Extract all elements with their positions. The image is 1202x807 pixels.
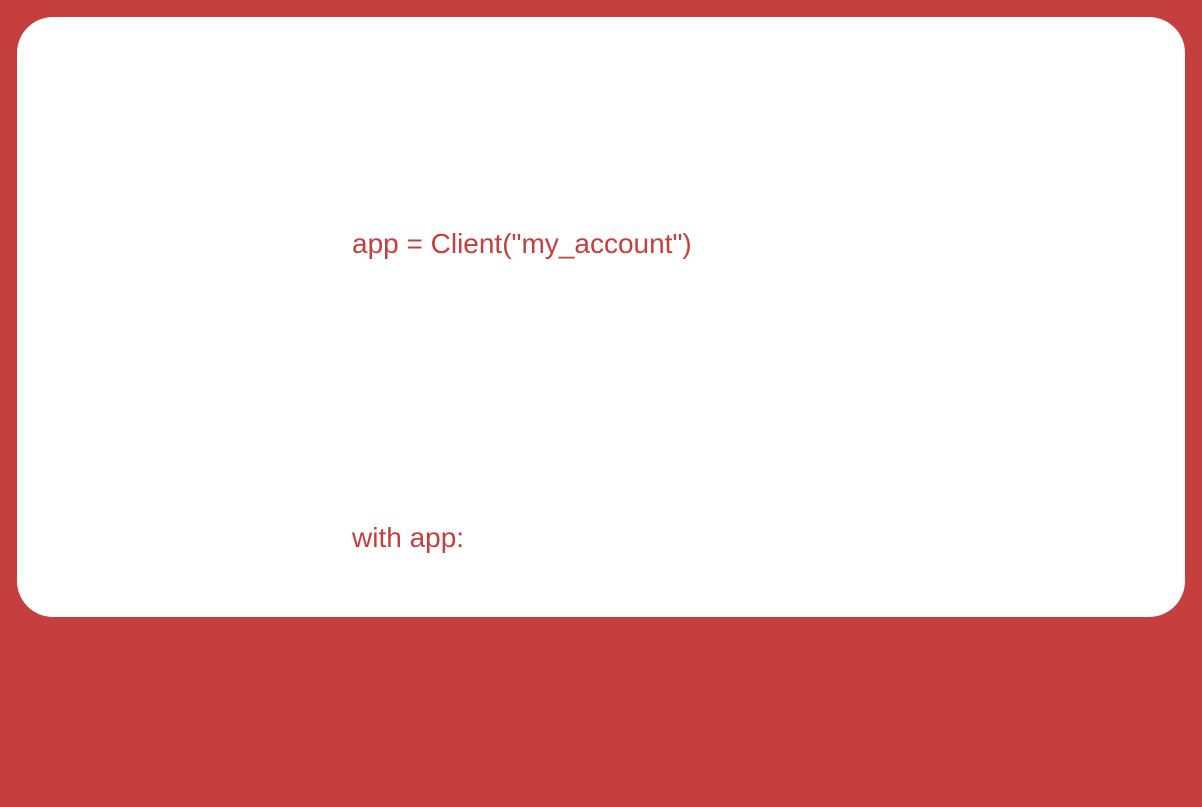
code-line-6: app.send_message("me", "Hi!")	[352, 660, 779, 709]
code-line-2	[352, 72, 779, 121]
code-line-4	[352, 366, 779, 415]
code-line-5: with app:	[352, 513, 779, 562]
code-line-3: app = Client("my_account")	[352, 219, 779, 268]
code-snippet: from pyrogram import Client app = Client…	[352, 0, 779, 807]
code-card: from pyrogram import Client app = Client…	[17, 17, 1185, 617]
